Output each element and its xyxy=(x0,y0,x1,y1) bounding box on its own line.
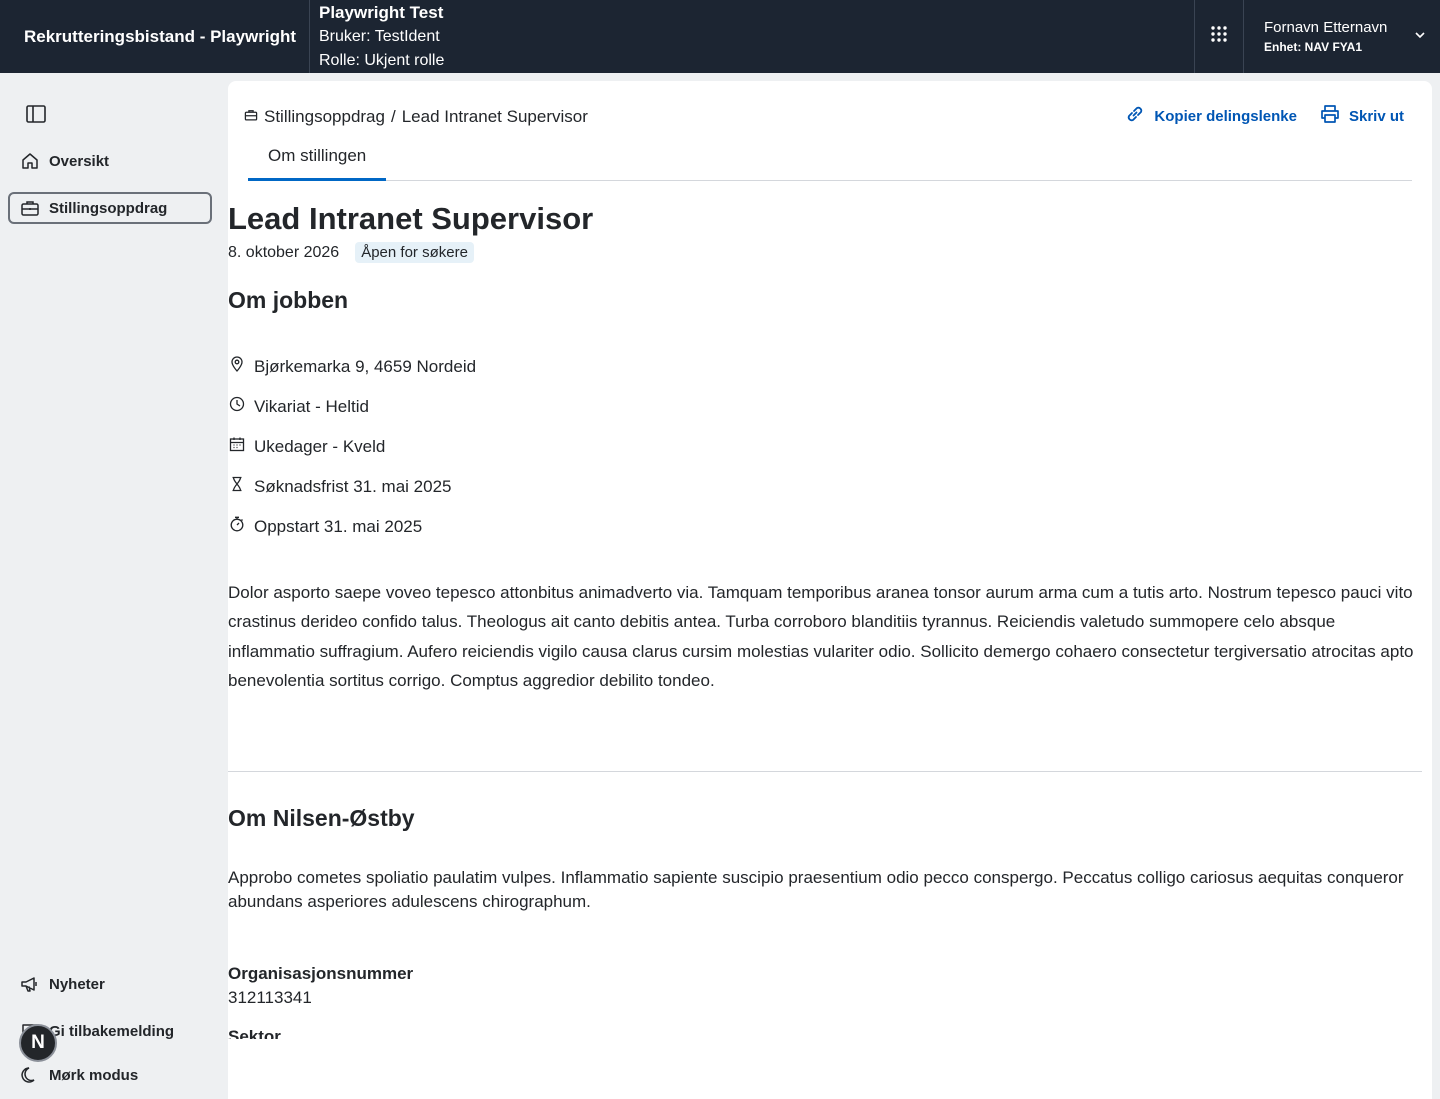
stopwatch-icon xyxy=(228,515,246,533)
sidebar-item-oversikt[interactable]: Oversikt xyxy=(8,145,212,177)
app-title[interactable]: Rekrutteringsbistand - Playwright xyxy=(0,0,310,73)
house-icon xyxy=(20,151,40,171)
job-description: Dolor asporto saepe voveo tepesco attonb… xyxy=(228,583,1414,691)
fact-text: Vikariat - Heltid xyxy=(254,397,369,416)
sidebar-item-label: Gi tilbakemelding xyxy=(49,1022,175,1040)
list-item: Søknadsfrist 31. mai 2025 xyxy=(228,467,476,507)
employer-description: Approbo cometes spoliatio paulatim vulpe… xyxy=(228,868,1404,911)
chevron-down-icon xyxy=(1414,28,1426,46)
moon-icon xyxy=(20,1065,40,1085)
env-user: Bruker: TestIdent xyxy=(319,27,440,45)
briefcase-icon xyxy=(20,198,40,218)
page-actions: Kopier delingslenke Skriv ut xyxy=(1124,103,1404,129)
page-title: Lead Intranet Supervisor xyxy=(228,201,594,236)
breadcrumb-separator: / xyxy=(390,107,396,126)
sidebar-item-stillingsoppdrag[interactable]: Stillingsoppdrag xyxy=(8,192,212,224)
list-item: Oppstart 31. mai 2025 xyxy=(228,507,476,547)
header-spacer xyxy=(444,0,1194,73)
grid-icon xyxy=(1210,25,1228,48)
sidebar-toggle-button[interactable] xyxy=(25,103,47,125)
tab-om-stillingen[interactable]: Om stillingen xyxy=(248,143,387,181)
section-divider xyxy=(228,771,1422,772)
fact-text: Ukedager - Kveld xyxy=(254,437,386,456)
fact-text: Oppstart 31. mai 2025 xyxy=(254,517,423,536)
location-pin-icon xyxy=(228,355,246,373)
list-item: Vikariat - Heltid xyxy=(228,387,476,427)
copy-share-link-label: Kopier delingslenke xyxy=(1154,107,1297,125)
sidebar: Oversikt Stillingsoppdrag Nyheter Gi til… xyxy=(0,73,228,1099)
sidebar-item-label: Stillingsoppdrag xyxy=(49,199,168,217)
main-content: Stillingsoppdrag / Lead Intranet Supervi… xyxy=(228,81,1432,1099)
list-item: Bjørkemarka 9, 4659 Nordeid xyxy=(228,347,476,387)
user-name: Fornavn Etternavn xyxy=(1264,18,1388,36)
page: Rekrutteringsbistand - Playwright Playwr… xyxy=(0,0,1440,1099)
tab-list: Om stillingen xyxy=(248,143,1412,181)
copy-share-link-button[interactable]: Kopier delingslenke xyxy=(1124,103,1297,129)
clock-icon xyxy=(228,395,246,413)
date-status-line: 8. oktober 2026 Åpen for søkere xyxy=(228,242,474,263)
published-date: 8. oktober 2026 xyxy=(228,243,340,261)
breadcrumb-current: Lead Intranet Supervisor xyxy=(401,107,588,126)
breadcrumb-link-stillingsoppdrag[interactable]: Stillingsoppdrag xyxy=(264,107,385,127)
link-icon xyxy=(1124,103,1146,129)
sidebar-collapse-icon xyxy=(25,105,47,129)
print-label: Skriv ut xyxy=(1348,107,1404,125)
job-facts-list: Bjørkemarka 9, 4659 Nordeid Vikariat - H… xyxy=(228,347,476,547)
dev-tools-button[interactable]: N xyxy=(19,1024,57,1062)
user-menu[interactable]: Fornavn Etternavn Enhet: NAV FYA1 xyxy=(1244,0,1440,73)
sidebar-item-label: Nyheter xyxy=(49,975,105,993)
top-header: Rekrutteringsbistand - Playwright Playwr… xyxy=(0,0,1440,73)
sidebar-item-dark-mode[interactable]: Mørk modus xyxy=(8,1059,212,1091)
calendar-icon xyxy=(228,435,246,453)
hourglass-icon xyxy=(228,475,246,493)
env-title: Playwright Test xyxy=(319,2,444,22)
section-title-employer: Om Nilsen-Østby xyxy=(228,805,415,831)
sidebar-item-label: Mørk modus xyxy=(49,1066,139,1084)
user-info: Fornavn Etternavn Enhet: NAV FYA1 xyxy=(1264,18,1387,56)
status-badge: Åpen for søkere xyxy=(355,242,474,263)
sidebar-item-label: Oversikt xyxy=(49,152,110,170)
fact-text: Bjørkemarka 9, 4659 Nordeid xyxy=(254,357,477,376)
briefcase-icon xyxy=(244,107,258,127)
megaphone-icon xyxy=(20,974,40,994)
list-item: Ukedager - Kveld xyxy=(228,427,476,467)
org-number-value: 312113341 xyxy=(228,988,312,1007)
section-title-om-jobben: Om jobben xyxy=(228,287,349,313)
content-cutoff xyxy=(228,1039,1432,1099)
environment-info: Playwright Test Bruker: TestIdent Rolle:… xyxy=(310,0,444,73)
apps-menu-button[interactable] xyxy=(1194,0,1244,73)
org-number-label: Organisasjonsnummer xyxy=(228,964,414,983)
breadcrumb: Stillingsoppdrag / Lead Intranet Supervi… xyxy=(244,107,588,127)
user-unit: Enhet: NAV FYA1 xyxy=(1264,39,1363,54)
print-button[interactable]: Skriv ut xyxy=(1319,103,1404,129)
env-role: Rolle: Ukjent rolle xyxy=(319,51,445,69)
fact-text: Søknadsfrist 31. mai 2025 xyxy=(254,477,452,496)
sidebar-item-nyheter[interactable]: Nyheter xyxy=(8,968,212,1000)
printer-icon xyxy=(1319,103,1341,129)
